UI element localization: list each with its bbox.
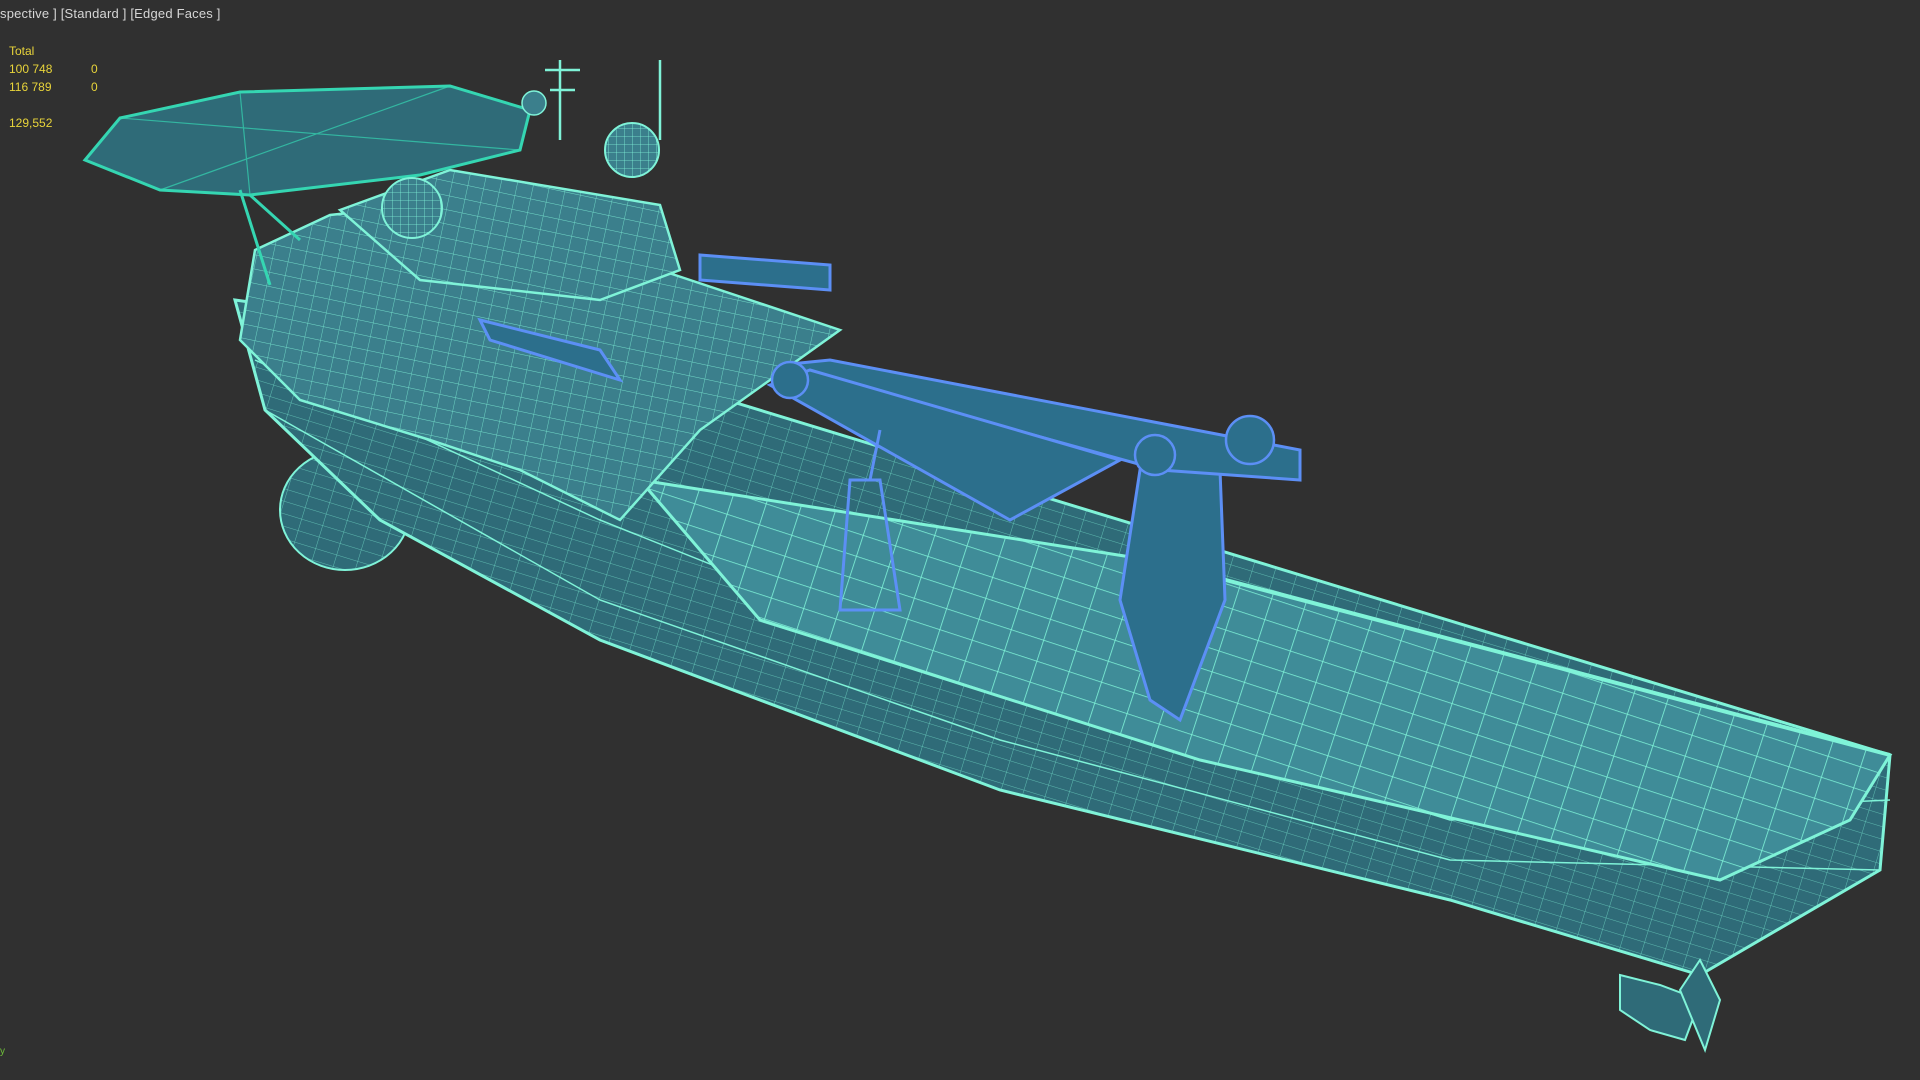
crane-winch — [1224, 414, 1276, 466]
ship-wireframe-model[interactable] — [0, 0, 1920, 1080]
3d-viewport[interactable]: spective ] [Standard ] [Edged Faces ] To… — [0, 0, 1920, 1080]
radome-small — [521, 90, 547, 116]
crane-sheave — [1133, 433, 1177, 477]
axis-indicator: y — [0, 1046, 5, 1057]
